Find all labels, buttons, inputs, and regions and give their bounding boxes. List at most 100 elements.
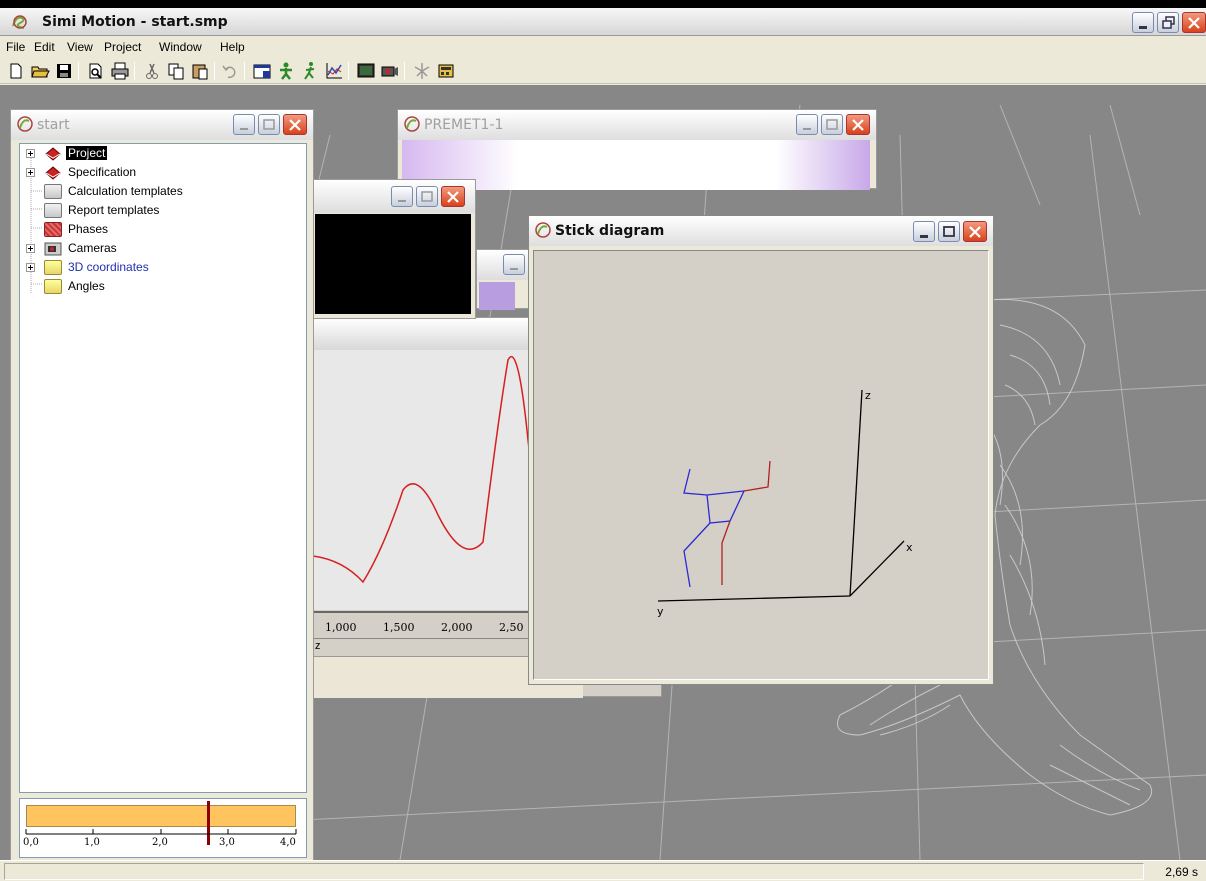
window-icon[interactable]: [252, 61, 272, 81]
gray-folder-icon: [44, 203, 62, 218]
y-axis: [657, 595, 851, 602]
x-axis-label: x: [906, 541, 913, 554]
camera-preview-window[interactable]: [312, 179, 476, 319]
close-button[interactable]: [1182, 12, 1206, 33]
app-window: Simi Motion - start.smp File Edit View P…: [0, 8, 1206, 881]
menu-file[interactable]: File: [6, 40, 25, 54]
premet-title-bar[interactable]: PREMET1-1: [398, 110, 876, 140]
tree-item-label: Calculation templates: [68, 184, 183, 198]
stick-diagram-window[interactable]: Stick diagram z x y: [528, 215, 994, 685]
stick-title-bar[interactable]: Stick diagram: [529, 216, 993, 246]
project-tree: Project Specification Calculation templa…: [19, 143, 307, 793]
expand-icon[interactable]: [26, 263, 35, 272]
timeline-range-bar[interactable]: [26, 805, 296, 827]
expand-icon[interactable]: [26, 168, 35, 177]
timeline-tick-label: 3,0: [219, 837, 235, 848]
menu-bar: File Edit View Project Window Help: [0, 37, 1206, 57]
maximize-button[interactable]: [821, 114, 843, 135]
tree-item-project[interactable]: Project: [26, 145, 296, 163]
timeline-tick-label: 1,0: [84, 837, 100, 848]
paste-icon[interactable]: [190, 61, 210, 81]
maximize-button[interactable]: [258, 114, 280, 135]
graph-axis-label: z: [315, 640, 321, 652]
camera-icon[interactable]: [380, 61, 400, 81]
minimize-button[interactable]: [233, 114, 255, 135]
title-bar: Simi Motion - start.smp: [0, 8, 1206, 36]
save-icon[interactable]: [54, 61, 74, 81]
expand-icon[interactable]: [26, 149, 35, 158]
tree-item-label: Project: [66, 146, 108, 160]
print-preview-icon[interactable]: [86, 61, 106, 81]
premet-window[interactable]: PREMET1-1: [397, 109, 877, 190]
start-window[interactable]: start Project Specification Calculation …: [10, 109, 314, 860]
open-icon[interactable]: [30, 61, 50, 81]
tree-item-cameras[interactable]: Cameras: [26, 240, 296, 258]
x-axis: [849, 540, 905, 597]
cut-icon[interactable]: [142, 61, 162, 81]
tree-item-phases[interactable]: Phases: [26, 221, 296, 239]
start-title: start: [37, 117, 70, 133]
close-button[interactable]: [963, 221, 987, 242]
tree-item-label: Report templates: [68, 203, 160, 217]
tree-item-label: 3D coordinates: [68, 260, 149, 274]
graph-icon[interactable]: [324, 61, 344, 81]
book-icon: [44, 165, 62, 180]
close-button[interactable]: [846, 114, 870, 135]
display-icon[interactable]: [356, 61, 376, 81]
stick-figure-red: [721, 460, 771, 585]
gray-folder-icon: [44, 184, 62, 199]
simi-logo-icon: [10, 14, 30, 33]
tree-item-3d-coordinates[interactable]: 3D coordinates: [26, 259, 296, 277]
y-axis-label: y: [657, 605, 664, 618]
z-axis-label: z: [865, 389, 871, 402]
copy-icon[interactable]: [166, 61, 186, 81]
timeline-tick-label: 4,0: [280, 837, 296, 848]
minimize-button[interactable]: [503, 254, 525, 275]
tree-item-label: Cameras: [68, 241, 117, 255]
expand-icon[interactable]: [26, 244, 35, 253]
new-icon[interactable]: [6, 61, 26, 81]
restore-button[interactable]: [1157, 12, 1179, 33]
stick-figure-blue: [683, 468, 746, 588]
minimize-button[interactable]: [391, 186, 413, 207]
camera-title-bar[interactable]: [313, 180, 475, 213]
tree-item-calculation-templates[interactable]: Calculation templates: [26, 183, 296, 201]
tree-item-label: Specification: [68, 165, 137, 179]
start-title-bar[interactable]: start: [11, 110, 313, 140]
maximize-button[interactable]: [416, 186, 438, 207]
camera-view: [315, 214, 471, 314]
menu-project[interactable]: Project: [104, 40, 141, 54]
timeline[interactable]: 0,0 1,0 2,0 3,0 4,0: [19, 798, 307, 858]
toolbar: [0, 58, 1206, 84]
network-icon[interactable]: [412, 61, 432, 81]
person-walk-icon[interactable]: [300, 61, 320, 81]
secondary-window[interactable]: [476, 249, 537, 310]
x-tick-label: 2,50: [499, 621, 524, 634]
minimize-button[interactable]: [796, 114, 818, 135]
menu-view[interactable]: View: [67, 40, 93, 54]
minimize-button[interactable]: [1132, 12, 1154, 33]
tree-item-report-templates[interactable]: Report templates: [26, 202, 296, 220]
window-title: Simi Motion - start.smp: [42, 14, 228, 30]
print-icon[interactable]: [110, 61, 130, 81]
minimize-button[interactable]: [913, 221, 935, 242]
mdi-workspace: 1,000 1,500 2,000 2,50 z PREMET1-1 start…: [0, 85, 1206, 860]
camera-folder-icon: [44, 241, 62, 256]
menu-edit[interactable]: Edit: [34, 40, 55, 54]
premet-title: PREMET1-1: [424, 117, 504, 133]
tree-item-label: Angles: [68, 279, 105, 293]
close-button[interactable]: [283, 114, 307, 135]
menu-window[interactable]: Window: [159, 40, 202, 54]
undo-icon[interactable]: [220, 61, 240, 81]
simi-logo-icon: [533, 221, 553, 242]
x-tick-label: 1,000: [325, 621, 357, 634]
tree-item-angles[interactable]: Angles: [26, 278, 296, 296]
simi-logo-icon: [15, 115, 35, 136]
menu-help[interactable]: Help: [220, 40, 245, 54]
maximize-button[interactable]: [938, 221, 960, 242]
close-button[interactable]: [441, 186, 465, 207]
tree-item-specification[interactable]: Specification: [26, 164, 296, 182]
person-green-icon[interactable]: [276, 61, 296, 81]
calculator-icon[interactable]: [436, 61, 456, 81]
status-time: 2,69 s: [1165, 865, 1198, 879]
